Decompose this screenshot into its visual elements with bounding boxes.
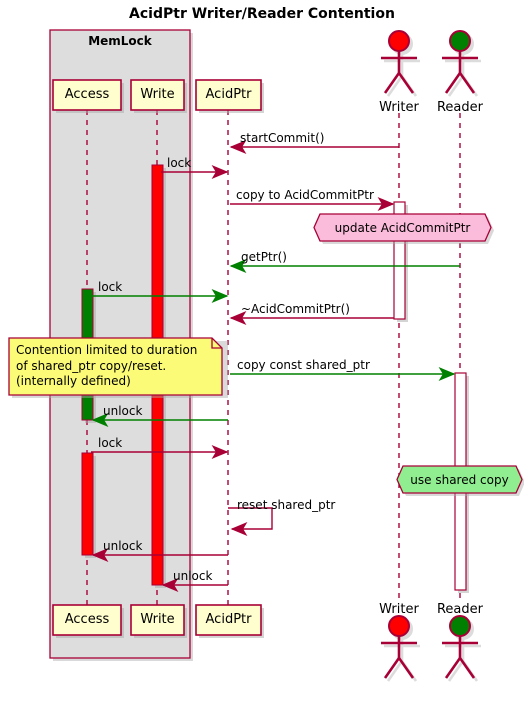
message-label-copy-to-acidcommitptr: copy to AcidCommitPtr (236, 188, 374, 202)
actor-writer-top (381, 30, 420, 97)
participant-label-acidptr-bottom[interactable]: AcidPtr (196, 612, 261, 627)
participant-label-write-bottom[interactable]: Write (131, 612, 184, 627)
message-label-unlock-2: unlock (103, 539, 143, 553)
message-label-startcommit: startCommit() (240, 131, 325, 145)
actor-reader-top (442, 30, 481, 97)
actor-reader-bottom (442, 615, 481, 682)
message-label-getptr: getPtr() (241, 250, 287, 264)
message-label-unlock-1: unlock (103, 404, 143, 418)
page-title: AcidPtr Writer/Reader Contention (129, 6, 395, 22)
actor-label-reader-bottom[interactable]: Reader (420, 602, 500, 617)
note-contention-text: Contention limited to duration of shared… (16, 343, 198, 388)
message-label-acidcommitptr-dtor: ~AcidCommitPtr() (241, 302, 350, 316)
sequence-diagram-canvas: AcidPtr Writer/Reader Contention MemLock… (0, 0, 524, 702)
hexnote-update-acidcommitptr-text: update AcidCommitPtr (334, 221, 471, 235)
message-label-lock-2: lock (98, 280, 123, 294)
message-label-lock-3: lock (98, 436, 123, 450)
participant-label-access-top[interactable]: Access (53, 87, 121, 102)
message-label-lock-1: lock (167, 156, 192, 170)
message-label-reset-shared-ptr: reset shared_ptr (237, 498, 336, 512)
actor-writer-bottom (381, 615, 420, 682)
participant-label-acidptr-top[interactable]: AcidPtr (196, 87, 261, 102)
message-label-copy-const-shared-ptr: copy const shared_ptr (237, 358, 370, 372)
participant-label-write-top[interactable]: Write (131, 87, 184, 102)
actor-label-reader-top[interactable]: Reader (420, 100, 500, 115)
hexnote-use-shared-copy-text: use shared copy (410, 473, 509, 487)
participant-label-access-bottom[interactable]: Access (53, 612, 121, 627)
activation-access-2-b (81, 452, 94, 556)
group-title-memlock: MemLock (88, 34, 152, 48)
message-label-unlock-3: unlock (173, 569, 213, 583)
